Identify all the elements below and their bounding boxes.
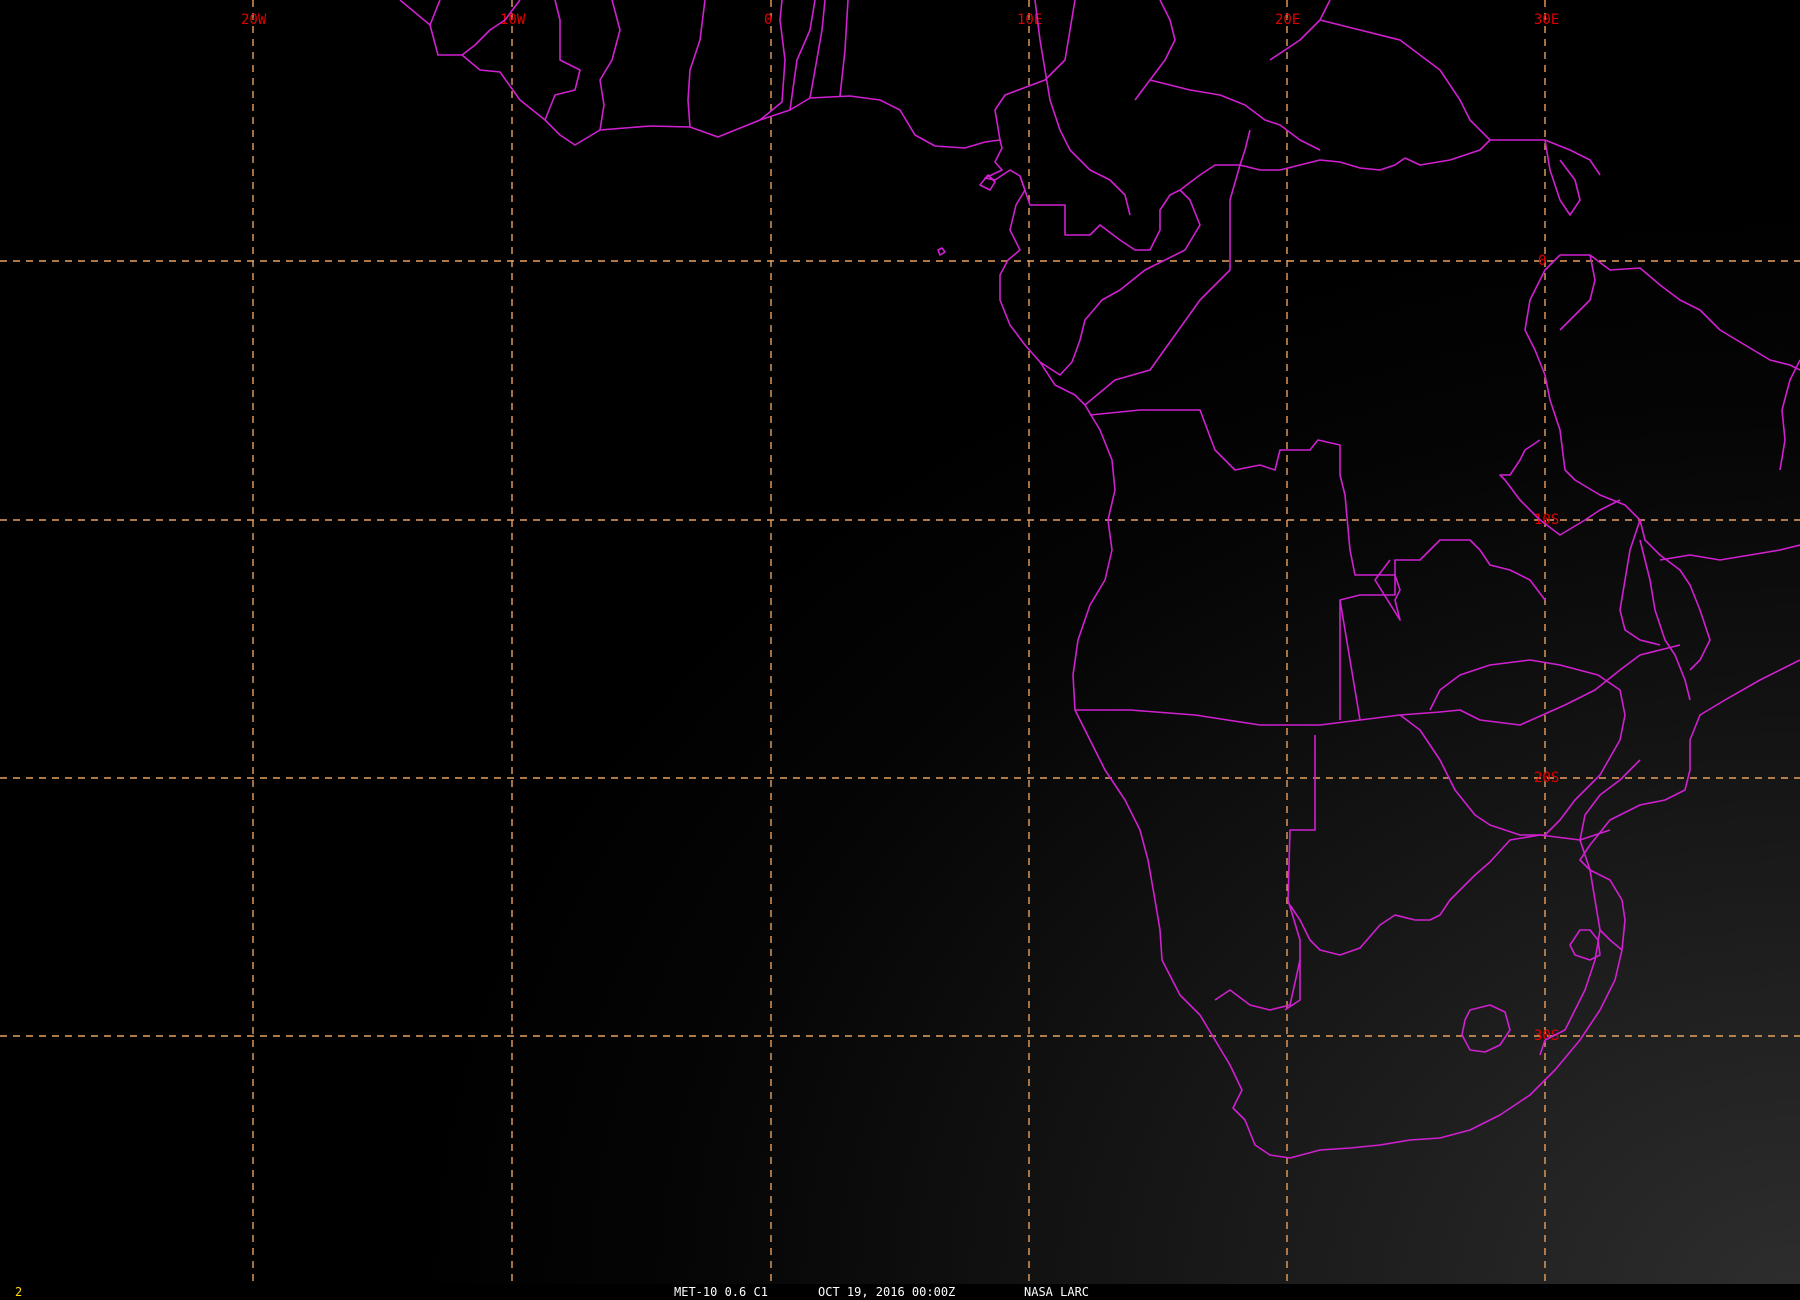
- graticule: [0, 0, 1800, 1284]
- boundary-zambia-zimbabwe: [1399, 659, 1626, 836]
- boundary-car-sudan: [1134, 0, 1601, 176]
- boundary-central-africa-1: [994, 0, 1181, 251]
- country-boundaries: [399, 0, 1800, 1159]
- lon-label-0: 0: [764, 12, 772, 28]
- boundary-mozambique-interior: [1544, 759, 1641, 1041]
- image-caption-sensor: MET-10 0.6 C1: [674, 1285, 768, 1299]
- boundary-angola-south: [1075, 644, 1681, 726]
- coastline-west-africa: [399, 0, 1086, 406]
- boundary-angola-east: [1339, 539, 1546, 721]
- coastline-east-africa: [1579, 659, 1800, 901]
- lon-label-30e: 30E: [1534, 12, 1559, 28]
- coastline-gabon-islands: [937, 174, 996, 256]
- boundary-west-africa-1: [429, 0, 849, 131]
- lat-label-20s: 20S: [1534, 770, 1559, 786]
- frame-number: 2: [15, 1285, 23, 1299]
- boundary-congo: [1039, 157, 1406, 406]
- boundary-lesotho: [1461, 1004, 1511, 1053]
- coastline-madagascar: [1779, 359, 1800, 471]
- satellite-image-viewer: 20W 10W 0 10E 20E 30E 0 10S 20S 30S 2 ME…: [0, 0, 1800, 1300]
- boundary-tanzania-malawi: [1499, 439, 1800, 701]
- lon-label-20w: 20W: [241, 12, 267, 28]
- graticule-labels: 20W 10W 0 10E 20E 30E 0 10S 20S 30S: [241, 12, 1559, 1044]
- lat-label-30s: 30S: [1534, 1028, 1559, 1044]
- image-caption-source: NASA LARC: [1024, 1285, 1090, 1299]
- map-canvas: 20W 10W 0 10E 20E 30E 0 10S 20S 30S: [0, 0, 1800, 1284]
- boundary-angola-north: [1089, 409, 1401, 621]
- image-caption-datetime: OCT 19, 2016 00:00Z: [818, 1285, 956, 1299]
- lat-label-0: 0: [1538, 253, 1546, 269]
- boundary-east-africa-lakes: [1524, 139, 1800, 671]
- lon-label-20e: 20E: [1275, 12, 1300, 28]
